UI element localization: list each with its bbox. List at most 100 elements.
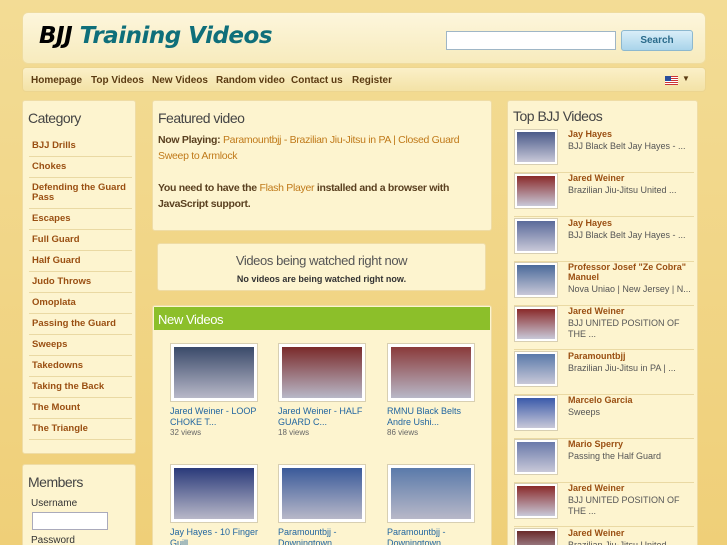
now-playing-label: Now Playing:: [158, 134, 221, 146]
category-item[interactable]: Chokes: [29, 157, 132, 178]
new-videos-title: New Videos: [158, 312, 224, 327]
now-playing: Now Playing: Paramountbjj - Brazilian Ji…: [158, 132, 490, 164]
top-video-item[interactable]: Jared Weiner Brazilian Jiu-Jitsu United .…: [514, 527, 696, 545]
video-title-link[interactable]: RMNU Black Belts Andre Ushi...: [387, 406, 482, 428]
category-item[interactable]: Takedowns: [29, 356, 132, 377]
video-title-link[interactable]: Paramountbjj - Downingtown ...: [387, 527, 482, 545]
video-thumbnail[interactable]: [278, 343, 366, 402]
video-thumbnail[interactable]: [278, 464, 366, 523]
video-thumbnail[interactable]: [387, 464, 475, 523]
category-item[interactable]: Sweeps: [29, 335, 132, 356]
top-video-thumbnail-image: [517, 530, 555, 545]
top-video-thumbnail[interactable]: [514, 129, 558, 165]
members-panel: Members Username Password: [22, 464, 136, 545]
top-video-thumbnail[interactable]: [514, 439, 558, 476]
nav-new-videos[interactable]: New Videos: [152, 75, 208, 86]
top-video-thumbnail[interactable]: [514, 217, 558, 254]
top-video-description: Nova Uniao | New Jersey | N...: [568, 283, 691, 294]
top-video-thumbnail[interactable]: [514, 394, 558, 431]
top-video-author[interactable]: Jared Weiner: [568, 306, 696, 316]
nav-contact-us[interactable]: Contact us: [291, 75, 343, 86]
featured-title: Featured video: [158, 110, 245, 126]
video-title-link[interactable]: Jared Weiner - HALF GUARD C...: [278, 406, 373, 428]
top-videos-panel: Top BJJ Videos Jay Hayes BJJ Black Belt J…: [507, 100, 698, 545]
top-video-item[interactable]: Jared Weiner Brazilian Jiu-Jitsu United .…: [514, 173, 696, 218]
category-title: Category: [28, 110, 81, 126]
site-logo[interactable]: BJJ Training Videos: [39, 23, 273, 49]
top-video-description: BJJ Black Belt Jay Hayes - ...: [568, 229, 686, 240]
video-thumbnail-image: [391, 347, 471, 398]
nav-random-video[interactable]: Random video: [216, 75, 285, 86]
category-item[interactable]: BJJ Drills: [29, 136, 132, 157]
category-item[interactable]: Judo Throws: [29, 272, 132, 293]
video-thumbnail[interactable]: [170, 464, 258, 523]
video-title-link[interactable]: Jared Weiner - LOOP CHOKE T...: [170, 406, 265, 428]
category-item[interactable]: Defending the Guard Pass: [29, 178, 132, 209]
category-item[interactable]: Escapes: [29, 209, 132, 230]
top-video-thumbnail-image: [517, 264, 555, 295]
video-thumbnail[interactable]: [170, 343, 258, 402]
top-video-item[interactable]: Marcelo Garcia Sweeps: [514, 394, 696, 439]
video-views: 86 views: [387, 428, 419, 437]
category-item[interactable]: The Mount: [29, 398, 132, 419]
top-video-author[interactable]: Jared Weiner: [568, 483, 696, 493]
video-title-link[interactable]: Jay Hayes - 10 Finger Guill...: [170, 527, 265, 545]
top-video-item[interactable]: Jared Weiner BJJ UNITED POSITION OF THE .…: [514, 306, 696, 351]
top-video-thumbnail-image: [517, 176, 555, 207]
top-video-description: BJJ UNITED POSITION OF THE ...: [568, 495, 680, 517]
video-thumbnail[interactable]: [387, 343, 475, 402]
category-item[interactable]: Omoplata: [29, 293, 132, 314]
top-video-thumbnail[interactable]: [514, 483, 558, 520]
top-video-author[interactable]: Jared Weiner: [568, 173, 696, 183]
top-video-description: Passing the Half Guard: [568, 451, 662, 462]
video-title-link[interactable]: Paramountbjj - Downingtown ...: [278, 527, 373, 545]
top-video-author[interactable]: Mario Sperry: [568, 439, 696, 449]
username-field[interactable]: [32, 512, 108, 530]
new-videos-panel: New Videos Jared Weiner - LOOP CHOKE T..…: [152, 305, 492, 545]
nav-register[interactable]: Register: [352, 75, 392, 86]
flash-notice: You need to have the Flash Player instal…: [158, 180, 488, 212]
nav-homepage[interactable]: Homepage: [31, 75, 82, 86]
top-video-thumbnail[interactable]: [514, 350, 558, 387]
category-item[interactable]: Half Guard: [29, 251, 132, 272]
top-video-thumbnail[interactable]: [514, 306, 558, 343]
category-item[interactable]: Passing the Guard: [29, 314, 132, 335]
search-button[interactable]: Search: [621, 30, 693, 51]
watching-panel: Videos being watched right now No videos…: [157, 243, 486, 291]
top-video-item[interactable]: Jared Weiner BJJ UNITED POSITION OF THE .…: [514, 483, 696, 528]
us-flag-icon[interactable]: [665, 76, 678, 85]
video-views: 32 views: [170, 428, 202, 437]
top-video-thumbnail-image: [517, 220, 555, 251]
top-video-item[interactable]: Paramountbjj Brazilian Jiu-Jitsu in PA | …: [514, 350, 696, 395]
featured-panel: Featured video Now Playing: Paramountbjj…: [152, 100, 492, 231]
category-item[interactable]: Full Guard: [29, 230, 132, 251]
top-video-item[interactable]: Professor Josef "Ze Cobra" Manuel Nova Un…: [514, 261, 696, 306]
top-video-thumbnail[interactable]: [514, 173, 558, 210]
top-video-item[interactable]: Mario Sperry Passing the Half Guard: [514, 439, 696, 484]
top-video-thumbnail[interactable]: [514, 527, 558, 545]
search-input[interactable]: [446, 31, 616, 50]
top-videos-title: Top BJJ Videos: [513, 108, 603, 124]
chevron-down-icon[interactable]: ▼: [682, 74, 690, 83]
top-video-item[interactable]: Jay Hayes BJJ Black Belt Jay Hayes - ...: [514, 217, 696, 262]
video-thumbnail-image: [391, 468, 471, 519]
category-item[interactable]: Taking the Back: [29, 377, 132, 398]
top-video-item[interactable]: Jay Hayes BJJ Black Belt Jay Hayes - ...: [514, 129, 694, 173]
top-video-description: Brazilian Jiu-Jitsu in PA | ...: [568, 362, 676, 373]
watching-status: No videos are being watched right now.: [236, 274, 407, 284]
top-video-thumbnail-image: [517, 486, 555, 517]
top-video-author[interactable]: Jay Hayes: [568, 218, 696, 228]
nav-top-videos[interactable]: Top Videos: [91, 75, 144, 86]
top-video-thumbnail-image: [517, 397, 555, 428]
top-video-author[interactable]: Paramountbjj: [568, 351, 696, 361]
top-video-description: BJJ UNITED POSITION OF THE ...: [568, 318, 680, 340]
site-header: BJJ Training Videos Search: [22, 12, 706, 64]
top-video-author[interactable]: Jared Weiner: [568, 528, 696, 538]
top-video-author[interactable]: Professor Josef "Ze Cobra" Manuel: [568, 262, 696, 282]
top-video-thumbnail[interactable]: [514, 261, 558, 298]
top-video-author[interactable]: Marcelo Garcia: [568, 395, 696, 405]
category-item[interactable]: The Triangle: [29, 419, 132, 440]
flash-player-link[interactable]: Flash Player: [259, 182, 314, 194]
video-thumbnail-image: [174, 347, 254, 398]
top-video-author[interactable]: Jay Hayes: [568, 129, 696, 139]
